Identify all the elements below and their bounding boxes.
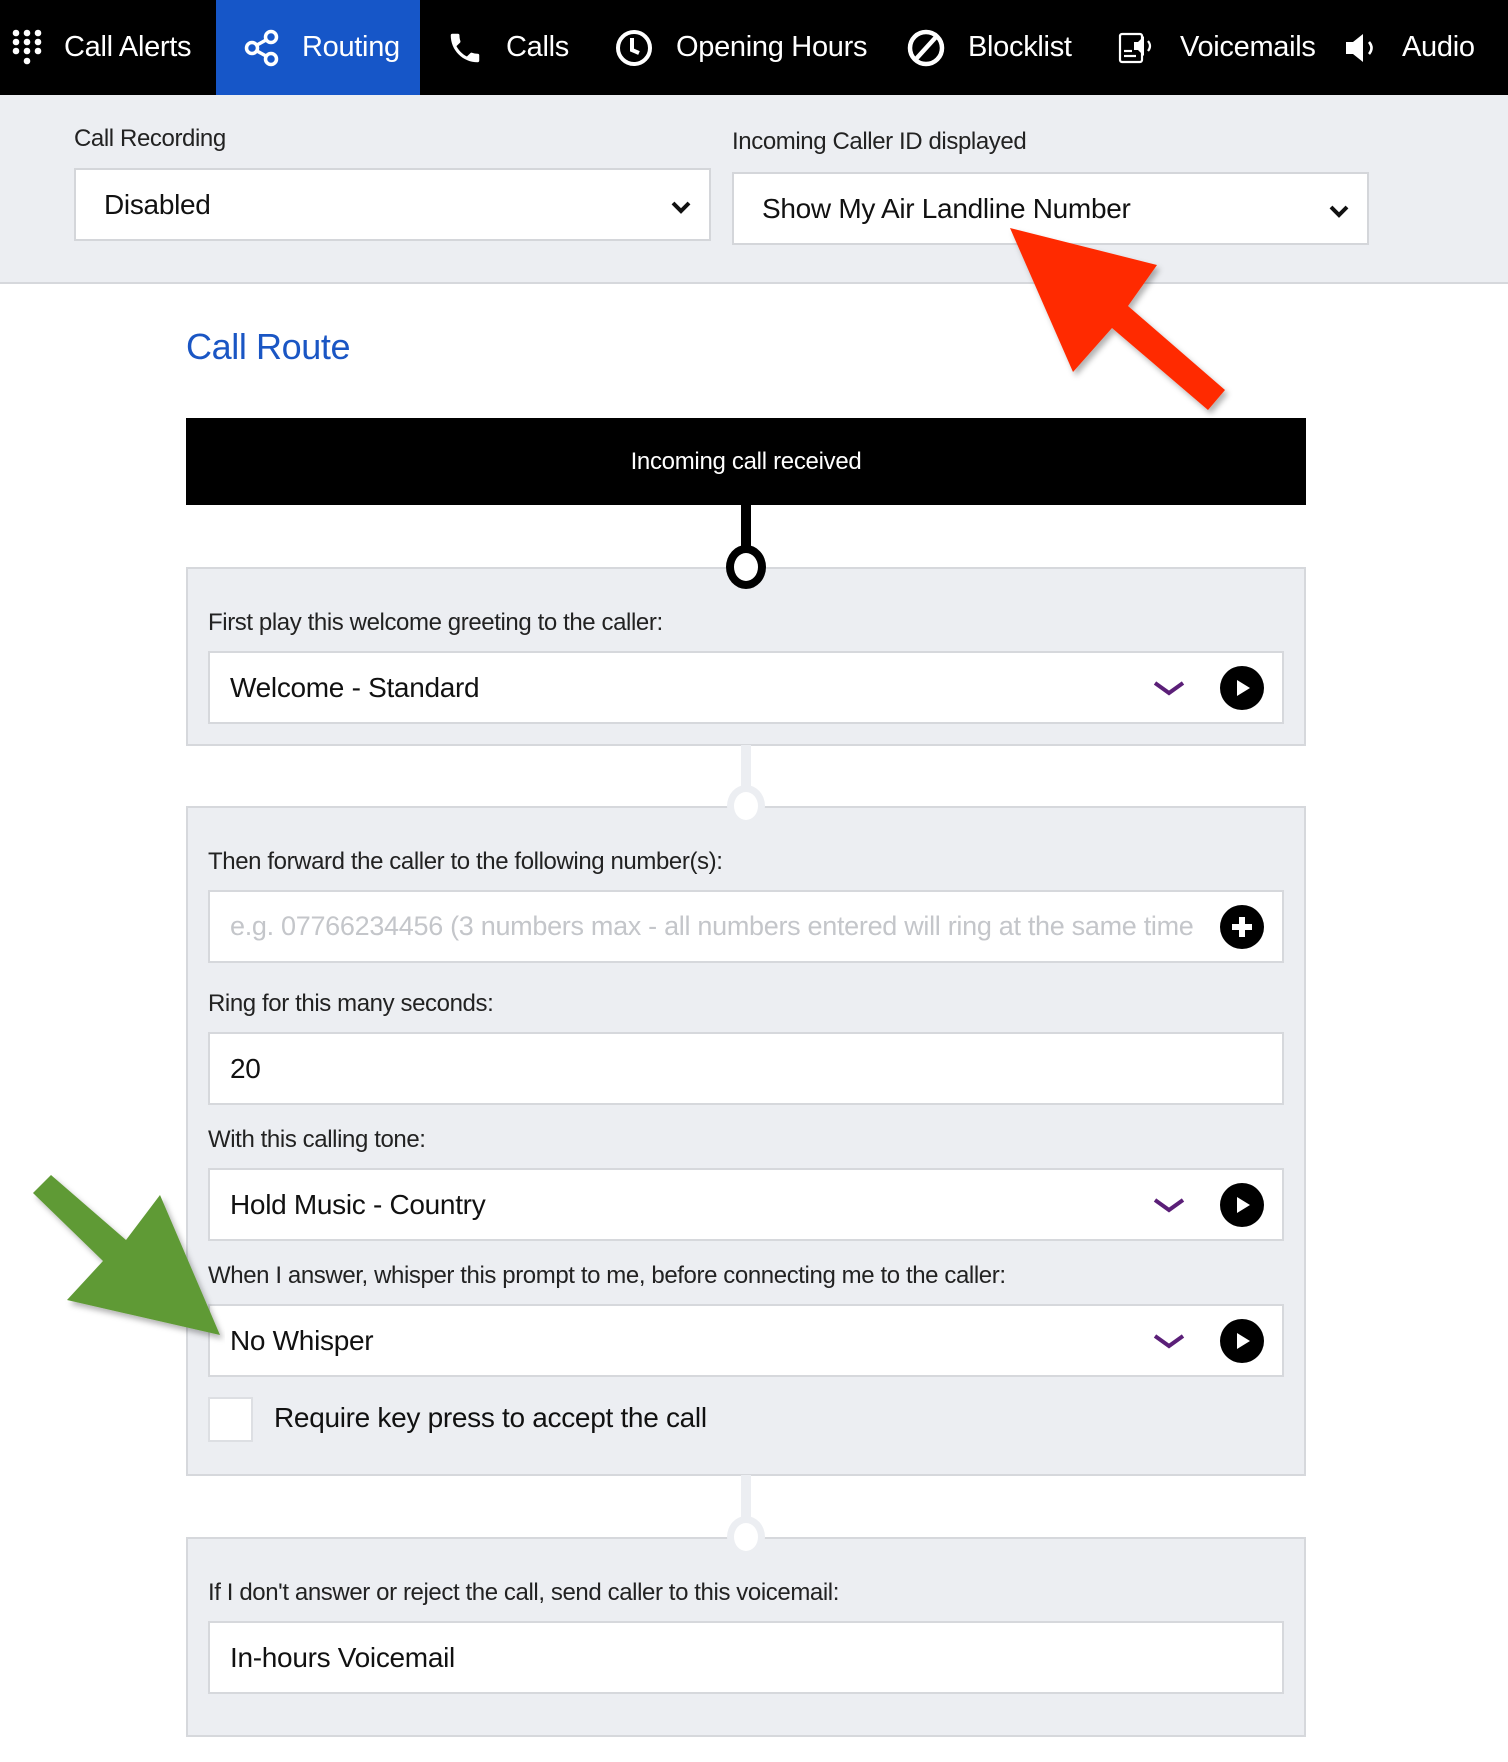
nav-item-opening-hours[interactable]: Opening Hours [614, 0, 867, 95]
forward-numbers-placeholder: e.g. 07766234456 (3 numbers max - all nu… [230, 911, 1194, 941]
whisper-label: When I answer, whisper this prompt to me… [208, 1262, 1006, 1289]
forward-numbers-input[interactable]: e.g. 07766234456 (3 numbers max - all nu… [208, 890, 1284, 963]
nav-label: Routing [302, 31, 400, 63]
nav-label: Calls [506, 31, 569, 63]
whisper-value: No Whisper [230, 1324, 374, 1356]
play-button[interactable] [1220, 1182, 1264, 1227]
call-recording-value: Disabled [104, 188, 211, 220]
forward-label: Then forward the caller to the following… [208, 848, 723, 875]
caller-id-value: Show My Air Landline Number [762, 192, 1131, 224]
nav-label: Audio [1402, 31, 1475, 63]
routing-settings-panel: Call Recording Disabled Incoming Caller … [0, 95, 1508, 284]
whisper-select[interactable]: No Whisper [208, 1304, 1284, 1377]
chevron-down-icon[interactable] [1152, 1325, 1186, 1357]
clock-icon [614, 28, 654, 68]
play-icon [1237, 1332, 1250, 1349]
plus-icon [1232, 916, 1252, 937]
play-icon [1237, 1196, 1250, 1213]
add-number-button[interactable] [1220, 904, 1264, 949]
call-recording-select[interactable]: Disabled [74, 168, 711, 241]
voicemail-label: If I don't answer or reject the call, se… [208, 1579, 840, 1606]
key-press-label: Require key press to accept the call [274, 1402, 707, 1433]
nav-label: Opening Hours [676, 31, 868, 63]
route-connector-node [727, 785, 765, 827]
nav-item-calls[interactable]: Calls [446, 0, 569, 95]
nav-item-voicemails[interactable]: Voicemails [1118, 0, 1316, 95]
play-icon [1237, 679, 1250, 696]
ring-seconds-input[interactable]: 20 [208, 1032, 1284, 1105]
share-nodes-icon [244, 29, 280, 67]
chevron-down-icon[interactable] [1152, 672, 1186, 704]
call-route-title: Call Route [186, 326, 351, 367]
chevron-down-icon[interactable] [1152, 1189, 1186, 1221]
incoming-call-label: Incoming call received [630, 447, 862, 475]
speaker-icon [1344, 32, 1380, 64]
dialpad-icon [12, 29, 42, 67]
caller-id-select[interactable]: Show My Air Landline Number [732, 172, 1369, 245]
nav-item-blocklist[interactable]: Blocklist [906, 0, 1072, 95]
calling-tone-select[interactable]: Hold Music - Country [208, 1168, 1284, 1241]
ring-seconds-value: 20 [230, 1052, 261, 1084]
nav-item-call-alerts[interactable]: Call Alerts [12, 0, 192, 95]
nav-label: Voicemails [1180, 31, 1316, 63]
chevron-down-icon [1329, 193, 1349, 225]
voicemail-step: If I don't answer or reject the call, se… [186, 1537, 1306, 1737]
greeting-select[interactable]: Welcome - Standard [208, 651, 1284, 724]
caller-id-label: Incoming Caller ID displayed [732, 128, 1027, 155]
calling-tone-value: Hold Music - Country [230, 1188, 486, 1220]
play-button[interactable] [1220, 665, 1264, 710]
voicemail-select[interactable]: In-hours Voicemail [208, 1621, 1284, 1694]
nav-label: Call Alerts [64, 31, 192, 63]
ring-seconds-label: Ring for this many seconds: [208, 990, 494, 1017]
nav-item-audio[interactable]: Audio [1344, 0, 1475, 95]
calling-tone-label: With this calling tone: [208, 1126, 426, 1153]
forward-step: Then forward the caller to the following… [186, 806, 1306, 1476]
phone-icon [446, 29, 484, 67]
top-nav: Call Alerts Routing Calls Opening Hours [0, 0, 1508, 95]
incoming-call-node: Incoming call received [186, 418, 1306, 505]
greeting-label: First play this welcome greeting to the … [208, 609, 663, 636]
chevron-down-icon [671, 189, 691, 221]
route-connector-node [727, 1516, 765, 1558]
call-recording-label: Call Recording [74, 125, 226, 152]
voicemail-value: In-hours Voicemail [230, 1641, 455, 1673]
voicemail-icon [1118, 32, 1158, 64]
greeting-step: First play this welcome greeting to the … [186, 567, 1306, 746]
key-press-checkbox[interactable] [208, 1397, 253, 1442]
route-connector-node [726, 545, 766, 589]
greeting-value: Welcome - Standard [230, 671, 480, 703]
nav-item-routing[interactable]: Routing [216, 0, 420, 95]
block-icon [906, 28, 946, 68]
nav-label: Blocklist [968, 31, 1072, 63]
play-button[interactable] [1220, 1318, 1264, 1363]
